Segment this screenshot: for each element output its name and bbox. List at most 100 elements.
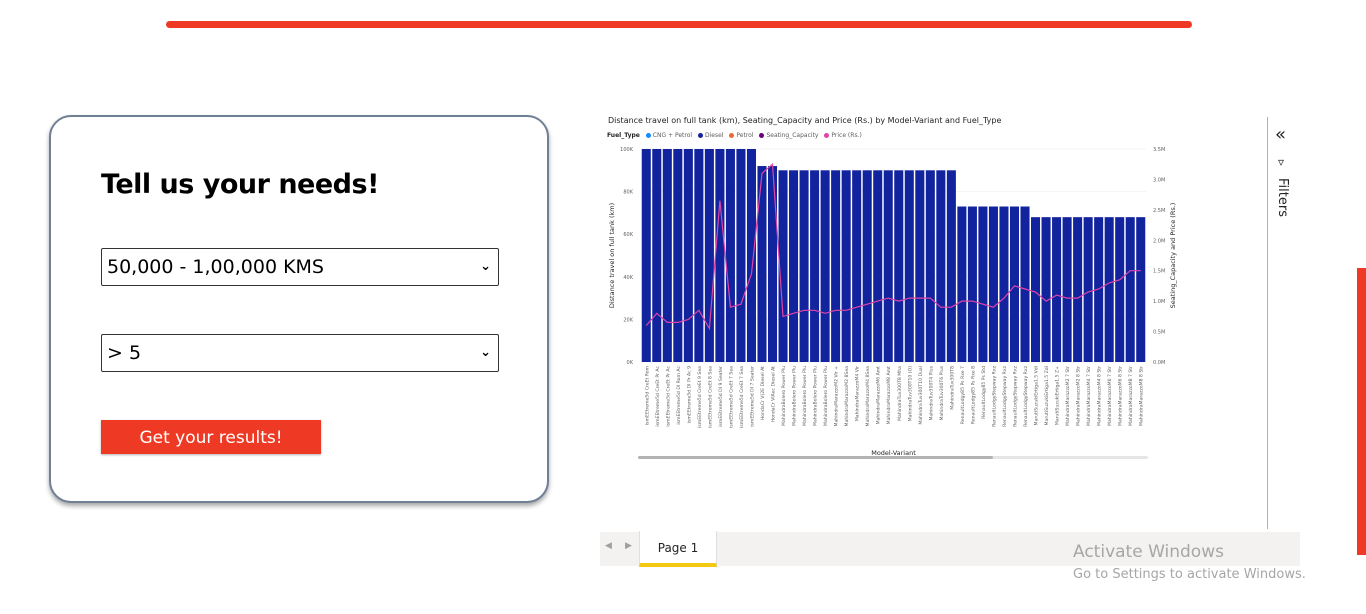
seating-select-value: > 5 bbox=[107, 342, 142, 364]
seating-select[interactable]: > 5 ⌄ bbox=[101, 334, 499, 372]
x-tick-label: ismEEtreme5d DI Pr Ac 9 bbox=[686, 366, 692, 423]
x-tick-label: MahindraMarazzoM6 Amt bbox=[876, 366, 882, 425]
bar bbox=[1073, 217, 1083, 362]
next-page-icon[interactable]: ▶ bbox=[625, 541, 632, 551]
legend-dot bbox=[729, 133, 735, 138]
page-scrollbar-thumb[interactable] bbox=[1357, 268, 1366, 555]
x-tick-label: MarutiSuzukiErtiga1.5 Vdi bbox=[1034, 366, 1040, 425]
x-tick-label: RenaultLodgy85 Ps Rxe 8 bbox=[970, 366, 976, 424]
bar bbox=[873, 170, 883, 362]
y2-tick-label: 2.0M bbox=[1153, 238, 1165, 244]
previous-page-icon[interactable]: ◀ bbox=[605, 541, 612, 551]
legend-item-price[interactable]: Price (Rs.) bbox=[824, 132, 862, 139]
filters-pane-label[interactable]: Filters bbox=[1275, 178, 1290, 217]
y2-tick-label: 0.0M bbox=[1153, 360, 1165, 366]
bar bbox=[883, 170, 893, 362]
form-title: Tell us your needs! bbox=[101, 169, 379, 200]
x-tick-label: MahindraBolero Power Plu bbox=[792, 366, 798, 426]
activation-watermark-subtitle: Go to Settings to activate Windows. bbox=[1073, 567, 1306, 582]
x-tick-label: RenaultLodgyStepway Rxz bbox=[1012, 365, 1018, 426]
bar bbox=[988, 206, 998, 362]
x-tick-label: MahindraTuv300T10 Dual bbox=[918, 366, 924, 425]
collapse-filters-icon[interactable]: « bbox=[1275, 124, 1286, 145]
bar bbox=[1062, 217, 1072, 362]
x-tick-label: MahindraMarazzoM4 7 Str bbox=[1086, 366, 1092, 426]
distance-select[interactable]: 50,000 - 1,00,000 KMS ⌄ bbox=[101, 248, 499, 286]
bar bbox=[1031, 217, 1041, 362]
bar bbox=[831, 170, 841, 362]
bar bbox=[957, 206, 967, 362]
chart-scrollbar-thumb bbox=[638, 456, 993, 459]
x-tick-label: MahindraMarazzoM4 8Sea bbox=[865, 366, 871, 427]
y-tick-label: 60K bbox=[623, 232, 633, 238]
y-tick-label: 40K bbox=[623, 275, 633, 281]
x-axis-title: Model-Variant bbox=[871, 449, 916, 457]
x-tick-label: MarutiSuzukiErtiga1.5 Zdi bbox=[1044, 366, 1050, 425]
x-tick-label: MahindraMarazzoM2 7 Str bbox=[1065, 366, 1071, 426]
bar bbox=[694, 149, 704, 362]
bar bbox=[757, 166, 767, 362]
bar bbox=[841, 170, 851, 362]
legend-dot bbox=[824, 133, 830, 138]
x-tick-label: MahindraMarazzoM6 8 Str bbox=[1118, 366, 1124, 426]
x-tick-label: MahindraMarazzoM8 Amt bbox=[886, 366, 892, 425]
bar bbox=[978, 206, 988, 362]
bar bbox=[767, 166, 778, 362]
bar bbox=[1041, 217, 1051, 362]
x-tick-label: ismEEtreme5d CreEt 9 Sea bbox=[697, 366, 703, 428]
filters-pane-divider bbox=[1267, 117, 1268, 529]
bar bbox=[936, 170, 946, 362]
x-tick-label: ismEEtreme5d CreEt 7 Sea bbox=[728, 366, 734, 428]
bar bbox=[1136, 217, 1146, 362]
chart-legend: Fuel_Type CNG + Petrol Diesel Petrol Sea… bbox=[607, 132, 866, 139]
x-tick-label: MahindraBolero Power Plu bbox=[781, 366, 787, 426]
legend-label: Price (Rs.) bbox=[831, 132, 862, 139]
bar bbox=[1009, 206, 1020, 362]
x-tick-label: HondaCr V(2E Diesel At bbox=[760, 366, 766, 420]
legend-item-petrol[interactable]: Petrol bbox=[729, 132, 754, 139]
x-tick-label: RenaultLodgyStepway Rxz bbox=[1023, 365, 1029, 426]
legend-item-seating-capacity[interactable]: Seating_Capacity bbox=[759, 132, 818, 139]
bar bbox=[1125, 217, 1135, 362]
x-tick-label: MahindraMarazzoM2 8Sea bbox=[844, 366, 850, 427]
x-tick-label: MahindraMarazzoM2 Vir + bbox=[834, 366, 840, 427]
bar bbox=[725, 149, 735, 362]
y2-tick-label: 1.5M bbox=[1153, 269, 1165, 275]
x-tick-label: MahindraTuv300T8 Mha bbox=[897, 366, 903, 421]
bar bbox=[704, 149, 714, 362]
legend-title: Fuel_Type bbox=[607, 132, 640, 139]
get-results-button[interactable]: Get your results! bbox=[101, 420, 321, 454]
bar bbox=[736, 149, 746, 362]
bar bbox=[1020, 206, 1030, 362]
x-tick-label: RenaultLodgyStepway Rxz bbox=[1002, 365, 1008, 426]
bar bbox=[904, 170, 914, 362]
chevron-down-icon: ⌄ bbox=[480, 259, 491, 274]
tab-page-1[interactable]: Page 1 bbox=[639, 531, 717, 567]
bar bbox=[852, 170, 862, 362]
legend-item-cng-petrol[interactable]: CNG + Petrol bbox=[645, 132, 692, 139]
x-tick-label: ismEEtreme5d CreEt Pr Ac bbox=[665, 366, 671, 427]
x-tick-label: MahindraTuv300T4 Plus bbox=[928, 365, 934, 420]
y-axis-title: Distance travel on full tank (km) bbox=[608, 203, 616, 308]
x-tick-label: RenaultLodgy85 Ps Rxe 7 bbox=[960, 366, 966, 424]
y-tick-label: 80K bbox=[623, 190, 633, 196]
x-tick-label: MahindraMarazzoM2 8 Str bbox=[1076, 366, 1082, 426]
bar bbox=[746, 149, 756, 362]
activation-watermark-title: Activate Windows bbox=[1073, 542, 1224, 562]
y2-tick-label: 3.0M bbox=[1153, 177, 1165, 183]
legend-label: Diesel bbox=[705, 132, 724, 139]
x-tick-label: MahindraMarazzoM4 Vir bbox=[855, 366, 861, 421]
legend-dot bbox=[698, 133, 703, 138]
bar bbox=[925, 170, 935, 362]
y2-tick-label: 3.5M bbox=[1153, 147, 1165, 153]
x-tick-label: ismEEtreme5d CreEt 7 Sea bbox=[739, 366, 745, 428]
chevron-down-icon: ⌄ bbox=[480, 345, 491, 360]
x-tick-label: ismEEtreme5d DI Rom Ac bbox=[676, 366, 682, 425]
legend-item-diesel[interactable]: Diesel bbox=[698, 132, 723, 139]
x-tick-label: ismEEtreme5d CreEt Pr Ac bbox=[655, 366, 661, 427]
y2-tick-label: 0.5M bbox=[1153, 330, 1165, 336]
bar bbox=[1052, 217, 1062, 362]
legend-label: Petrol bbox=[736, 132, 754, 139]
x-tick-label: ismEEtreme5d CreEt Rom bbox=[644, 365, 650, 425]
x-tick-label: MahindraTuv300T8 bbox=[949, 366, 955, 410]
